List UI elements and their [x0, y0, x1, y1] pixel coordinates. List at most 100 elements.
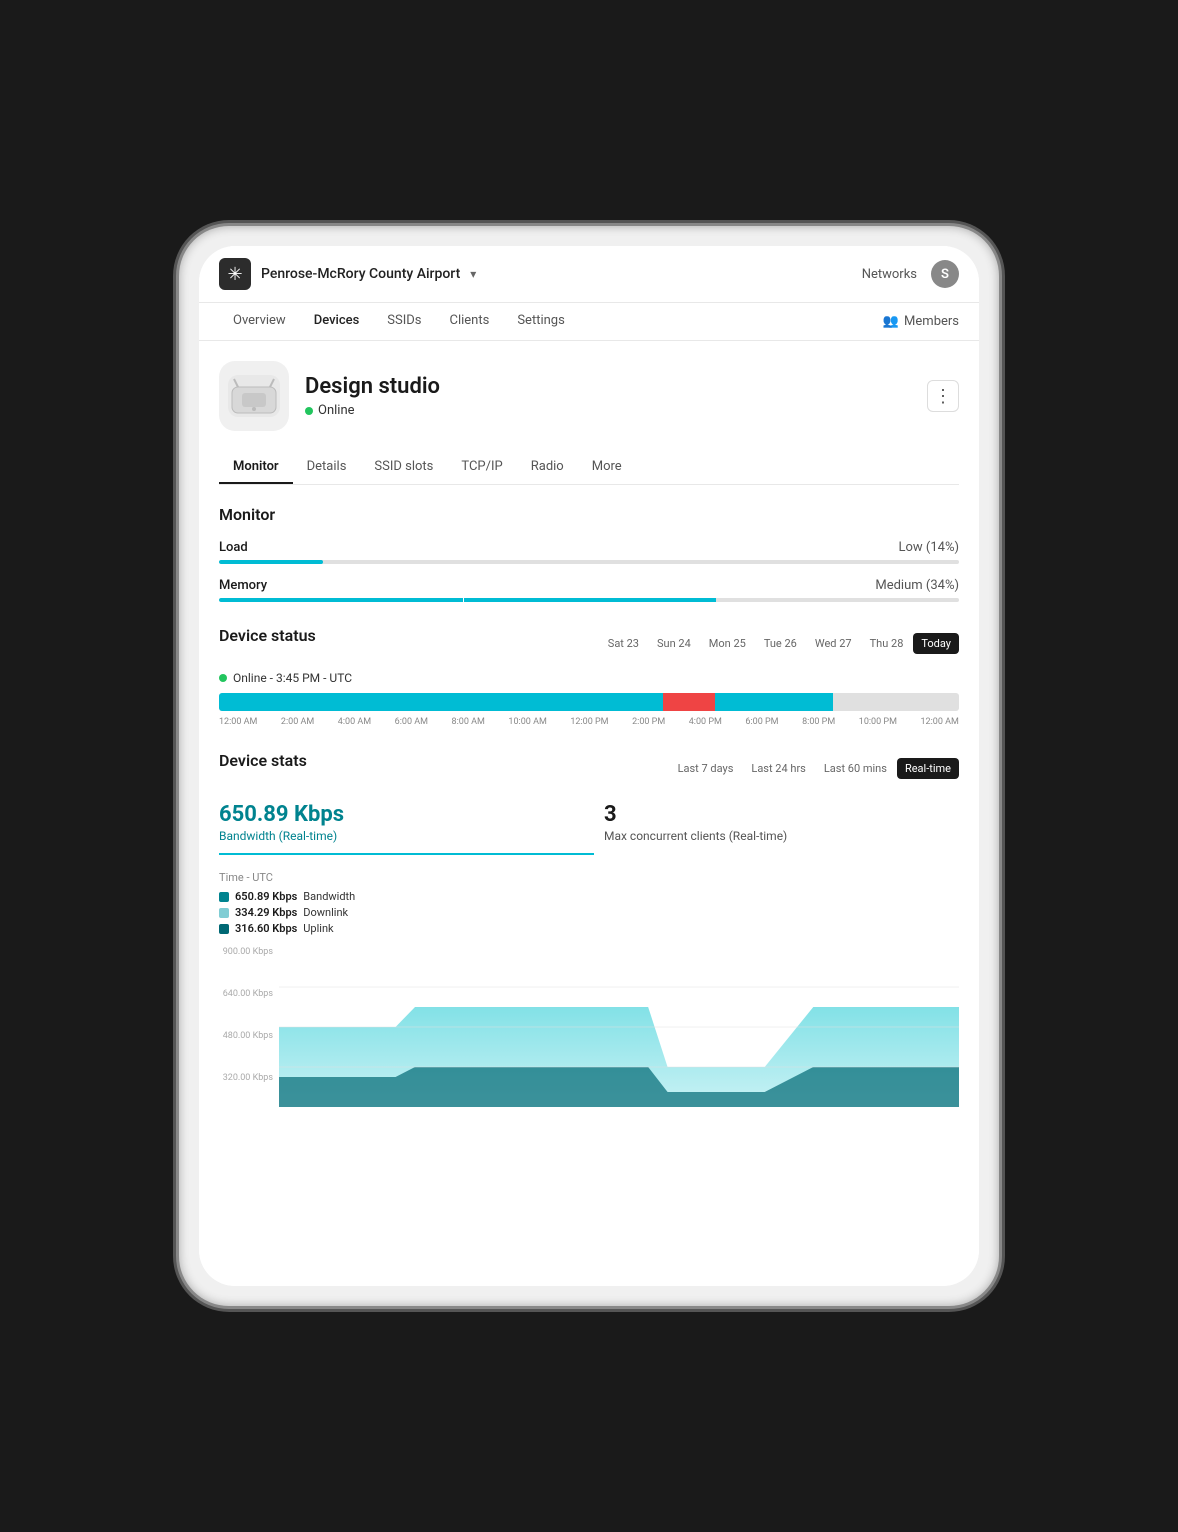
legend: Time - UTC 650.89 Kbps Bandwidth 334.29 …: [219, 871, 959, 935]
device-stats-header: Device stats Last 7 days Last 24 hrs Las…: [219, 751, 959, 786]
legend-name-bandwidth: Bandwidth: [303, 890, 355, 903]
date-tab-sat23[interactable]: Sat 23: [600, 633, 647, 654]
time-tab-realtime[interactable]: Real-time: [897, 758, 959, 779]
date-tab-tue26[interactable]: Tue 26: [756, 633, 805, 654]
time-tab-60mins[interactable]: Last 60 mins: [816, 758, 895, 779]
nav-tab-overview[interactable]: Overview: [219, 303, 300, 340]
online-badge: Online: [305, 403, 440, 418]
nav-tab-settings[interactable]: Settings: [503, 303, 578, 340]
sub-tab-monitor[interactable]: Monitor: [219, 451, 293, 484]
chart-container: 900.00 Kbps 640.00 Kbps 480.00 Kbps 320.…: [219, 947, 959, 1107]
members-button[interactable]: 👥 Members: [883, 314, 959, 329]
sub-tabs: Monitor Details SSID slots TCP/IP Radio …: [219, 451, 959, 485]
sub-tab-details[interactable]: Details: [293, 451, 361, 484]
load-label: Load: [219, 540, 248, 555]
status-text: Online - 3:45 PM - UTC: [233, 671, 352, 685]
org-name[interactable]: Penrose-McRory County Airport: [261, 266, 460, 282]
legend-name-uplink: Uplink: [303, 922, 333, 935]
legend-name-downlink: Downlink: [303, 906, 348, 919]
chart-area: [279, 947, 959, 1107]
memory-fill-1: [219, 598, 463, 602]
legend-color-uplink: [219, 924, 229, 934]
time-tab-24hrs[interactable]: Last 24 hrs: [743, 758, 813, 779]
nav-tab-clients[interactable]: Clients: [436, 303, 504, 340]
memory-progress-track: [219, 598, 959, 602]
date-tab-sun24[interactable]: Sun 24: [649, 633, 699, 654]
sub-tab-tcpip[interactable]: TCP/IP: [447, 451, 516, 484]
sub-tab-ssid-slots[interactable]: SSID slots: [360, 451, 447, 484]
monitor-memory-row: Memory Medium (34%): [219, 578, 959, 602]
bandwidth-label: Bandwidth (Real-time): [219, 829, 574, 843]
date-tab-thu28[interactable]: Thu 28: [862, 633, 912, 654]
main-content: Design studio Online ⋮ Monitor Details S…: [199, 341, 979, 1286]
time-label-0: 12:00 AM: [219, 717, 257, 727]
time-tabs: Last 7 days Last 24 hrs Last 60 mins Rea…: [670, 758, 959, 779]
load-progress-track: [219, 560, 959, 564]
monitor-load-header: Load Low (14%): [219, 540, 959, 555]
networks-link[interactable]: Networks: [862, 267, 917, 282]
date-tab-mon25[interactable]: Mon 25: [701, 633, 754, 654]
time-label-2: 4:00 AM: [338, 717, 371, 727]
memory-value: Medium (34%): [875, 578, 959, 593]
bandwidth-value: 650.89 Kbps: [219, 802, 574, 827]
time-label-4: 8:00 AM: [452, 717, 485, 727]
device-status-header: Device status Sat 23 Sun 24 Mon 25 Tue 2…: [219, 626, 959, 661]
clients-label: Max concurrent clients (Real-time): [604, 829, 959, 843]
bandwidth-metric: 650.89 Kbps Bandwidth (Real-time): [219, 802, 594, 855]
time-label-1: 2:00 AM: [281, 717, 314, 727]
time-label-7: 2:00 PM: [632, 717, 665, 727]
stats-metrics: 650.89 Kbps Bandwidth (Real-time) 3 Max …: [219, 802, 959, 855]
sub-tab-more[interactable]: More: [578, 451, 636, 484]
device-info: Design studio Online: [305, 374, 440, 418]
memory-fill-2: [464, 598, 716, 602]
status-dot-green: [219, 674, 227, 682]
device-stats-title: Device stats: [219, 751, 307, 770]
device-stats-section: Device stats Last 7 days Last 24 hrs Las…: [219, 751, 959, 1107]
legend-color-bandwidth: [219, 892, 229, 902]
legend-kbps-uplink: 316.60 Kbps: [235, 922, 297, 935]
members-label: Members: [904, 314, 959, 329]
chart-y-label-1: 640.00 Kbps: [219, 989, 279, 999]
time-label-8: 4:00 PM: [689, 717, 722, 727]
chart-y-label-2: 480.00 Kbps: [219, 1031, 279, 1041]
memory-label: Memory: [219, 578, 267, 593]
legend-item-bandwidth: 650.89 Kbps Bandwidth: [219, 890, 959, 903]
legend-item-downlink: 334.29 Kbps Downlink: [219, 906, 959, 919]
date-tab-today[interactable]: Today: [913, 633, 959, 654]
device-name: Design studio: [305, 374, 440, 399]
time-label-10: 8:00 PM: [802, 717, 835, 727]
clients-metric: 3 Max concurrent clients (Real-time): [594, 802, 959, 855]
monitor-load-row: Load Low (14%): [219, 540, 959, 564]
device-status-section: Device status Sat 23 Sun 24 Mon 25 Tue 2…: [219, 626, 959, 727]
load-progress-fill: [219, 560, 323, 564]
nav-tabs-left: Overview Devices SSIDs Clients Settings: [219, 303, 579, 340]
chart-svg: [279, 947, 959, 1107]
nav-tab-ssids[interactable]: SSIDs: [373, 303, 435, 340]
dropdown-icon[interactable]: ▾: [470, 267, 476, 281]
legend-kbps-bandwidth: 650.89 Kbps: [235, 890, 297, 903]
device-header-left: Design studio Online: [219, 361, 440, 431]
monitor-memory-header: Memory Medium (34%): [219, 578, 959, 593]
members-icon: 👥: [883, 314, 899, 329]
avatar[interactable]: S: [931, 260, 959, 288]
legend-item-uplink: 316.60 Kbps Uplink: [219, 922, 959, 935]
time-label-9: 6:00 PM: [745, 717, 778, 727]
date-tab-wed27[interactable]: Wed 27: [807, 633, 860, 654]
sub-tab-radio[interactable]: Radio: [517, 451, 578, 484]
timeline-green-right-fill: [715, 693, 833, 711]
legend-color-downlink: [219, 908, 229, 918]
timeline-red-fill: [663, 693, 715, 711]
date-tabs: Sat 23 Sun 24 Mon 25 Tue 26 Wed 27 Thu 2…: [600, 633, 959, 654]
more-button[interactable]: ⋮: [927, 380, 959, 412]
time-label-6: 12:00 PM: [570, 717, 608, 727]
chart-y-label-3: 320.00 Kbps: [219, 1073, 279, 1083]
time-tab-7days[interactable]: Last 7 days: [670, 758, 742, 779]
logo-box: ✳: [219, 258, 251, 290]
device-icon: [219, 361, 289, 431]
monitor-title: Monitor: [219, 505, 959, 524]
timeline-container: 12:00 AM 2:00 AM 4:00 AM 6:00 AM 8:00 AM…: [219, 693, 959, 727]
router-svg: [228, 375, 280, 417]
nav-tab-devices[interactable]: Devices: [300, 303, 374, 340]
online-dot: [305, 407, 313, 415]
chart-y-labels: 900.00 Kbps 640.00 Kbps 480.00 Kbps 320.…: [219, 947, 279, 1087]
